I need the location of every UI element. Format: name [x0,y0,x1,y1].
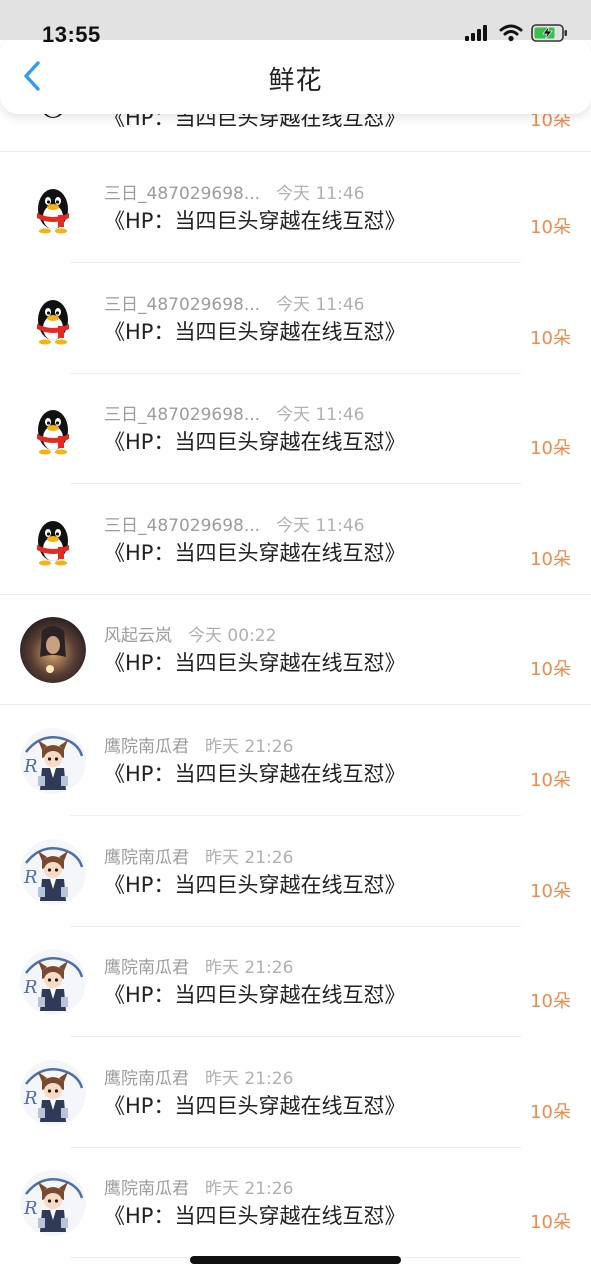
list-item[interactable]: 三日_487029698... 今天 11:46 《HP：当四巨头穿越在线互怼》 10… [0,153,591,263]
list-item[interactable]: R 鹰院南瓜君 昨天 21:26 《HP：当四巨头穿越在线互怼》 10朵 [0,706,591,816]
home-indicator[interactable] [190,1256,401,1264]
list-item[interactable]: 三日_487029698... 今天 11:46 《HP：当四巨头穿越在线互怼》 10… [0,374,591,485]
avatar [20,286,86,352]
avatar [20,507,86,573]
flower-count: 10朵 [530,991,571,1013]
divider [0,151,591,152]
avatar [20,396,86,462]
username: 鹰院南瓜君 [104,958,189,979]
status-icons [465,24,569,46]
book-title: 《HP：当四巨头穿越在线互怼》 [104,1093,406,1118]
row-meta: 三日_487029698... 今天 11:46 [104,511,364,536]
timestamp: 昨天 21:26 [205,737,294,757]
avatar: R [20,949,86,1016]
timestamp: 昨天 21:26 [205,958,294,979]
flower-count: 10朵 [530,880,571,902]
username: 风起云岚 [104,626,172,647]
status-bar: 13:55 [0,0,591,47]
timestamp: 今天 11:46 [276,294,365,315]
flower-count: 10朵 [530,327,571,349]
avatar: R [20,728,86,794]
flower-count: 10朵 [530,659,571,681]
svg-text:R: R [23,1088,38,1109]
row-meta: 鹰院南瓜君 昨天 21:26 [104,953,293,978]
navigation-bar: 鲜花 [0,40,591,114]
list-item[interactable]: 三日_487029698... 今天 11:46 《HP：当四巨头穿越在线互怼》 10… [0,263,591,374]
timestamp: 昨天 21:26 [205,1068,294,1089]
username: 三日_487029698... [104,184,261,204]
username: 鹰院南瓜君 [104,847,189,868]
username: 鹰院南瓜君 [104,1068,189,1089]
row-meta: 三日_487029698... 今天 11:46 [104,290,364,315]
username: 鹰院南瓜君 [104,737,189,757]
row-meta: 风起云岚 今天 00:22 [104,621,276,646]
timestamp: 昨天 21:26 [205,847,294,868]
row-meta: 三日_487029698... 今天 11:46 [104,179,364,204]
timestamp: 昨天 21:26 [205,1179,294,1200]
row-meta: 鹰院南瓜君 昨天 21:26 [104,843,293,868]
row-meta: 鹰院南瓜君 昨天 21:26 [104,1174,293,1199]
row-meta: 鹰院南瓜君 昨天 21:26 [104,1064,293,1089]
list-item[interactable]: R 鹰院南瓜君 昨天 21:26 《HP：当四巨头穿越在线互怼》 10朵 [0,1037,591,1148]
book-title: 《HP：当四巨头穿越在线互怼》 [104,762,406,786]
row-meta: 三日_487029698... 今天 11:46 [104,400,364,425]
list-item[interactable]: 三日_487029698... 今天 11:46 《HP：当四巨头穿越在线互怼》 10… [0,484,591,595]
timestamp: 今天 11:46 [276,515,365,536]
book-title: 《HP：当四巨头穿越在线互怼》 [104,872,406,897]
svg-text:R: R [23,977,38,998]
username: 三日_487029698... [104,294,261,315]
avatar [20,175,86,241]
avatar: R [20,1059,86,1126]
book-title: 《HP：当四巨头穿越在线互怼》 [104,430,406,455]
flower-count: 10朵 [530,1101,571,1123]
svg-text:R: R [23,867,38,888]
timestamp: 今天 11:46 [276,184,365,204]
book-title: 《HP：当四巨头穿越在线互怼》 [104,983,406,1008]
book-title: 《HP：当四巨头穿越在线互怼》 [104,540,406,565]
timestamp: 今天 00:22 [188,626,277,647]
avatar: R [20,838,86,905]
list-item[interactable]: R 鹰院南瓜君 昨天 21:26 《HP：当四巨头穿越在线互怼》 10朵 [0,1148,591,1259]
row-meta: 鹰院南瓜君 昨天 21:26 [104,732,293,757]
avatar: R [20,1170,86,1237]
list-item[interactable]: R 鹰院南瓜君 昨天 21:26 《HP：当四巨头穿越在线互怼》 10朵 [0,816,591,927]
book-title: 《HP：当四巨头穿越在线互怼》 [104,651,406,676]
avatar [20,617,86,684]
svg-text:R: R [23,1198,38,1219]
flower-count: 10朵 [530,438,571,460]
username: 三日_487029698... [104,515,261,536]
book-title: 《HP：当四巨头穿越在线互怼》 [104,1204,406,1229]
cellular-signal-icon [465,25,491,45]
list-item[interactable]: R 鹰院南瓜君 昨天 21:26 《HP：当四巨头穿越在线互怼》 10朵 [0,927,591,1038]
username: 三日_487029698... [104,405,261,426]
flower-count: 10朵 [530,217,571,238]
username: 鹰院南瓜君 [104,1179,189,1200]
flower-count: 10朵 [530,1212,571,1234]
svg-text:R: R [23,756,38,777]
flower-count: 10朵 [530,548,571,570]
flower-count: 10朵 [530,770,571,791]
list-item[interactable]: 风起云岚 今天 00:22 《HP：当四巨头穿越在线互怼》 10朵 [0,595,591,706]
wifi-icon [499,24,523,46]
page-title: 鲜花 [268,66,323,96]
timestamp: 今天 11:46 [276,405,365,426]
app-screen: 《HP：当四巨头穿越在线互怼》 10朵 三日_487029698... 今天 11… [0,0,591,1280]
book-title: 《HP：当四巨头穿越在线互怼》 [104,319,406,344]
battery-charging-icon [531,24,569,46]
book-title: 《HP：当四巨头穿越在线互怼》 [104,209,406,233]
status-time: 13:55 [42,22,101,47]
